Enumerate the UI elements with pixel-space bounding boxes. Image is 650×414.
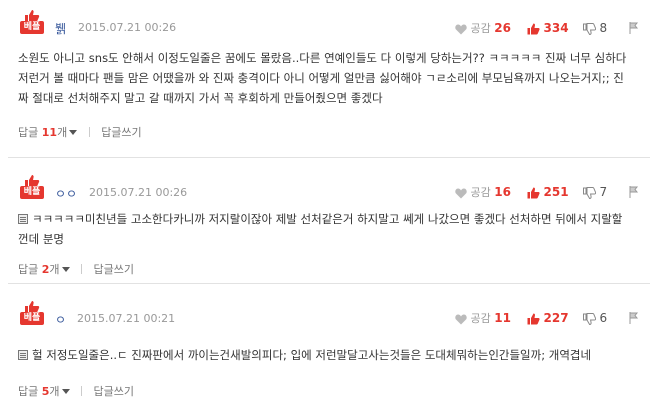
write-reply-link[interactable]: 답글쓰기 (101, 126, 141, 139)
dislike-button[interactable]: 6 (583, 310, 607, 326)
comment-text-content: ㅋㅋㅋㅋㅋ미친년들 고소한다카니까 저지랄이잖아 제발 선처같은거 하지말고 쎄… (18, 212, 623, 246)
like-button[interactable]: 251 (527, 184, 569, 200)
comment-author[interactable]: ㅇㅇ (55, 185, 77, 202)
reply-unit: 개 (49, 385, 60, 398)
flag-icon (629, 22, 639, 34)
memo-icon (18, 214, 28, 224)
comment-date: 2015.07.21 00:26 (89, 186, 188, 199)
like-button[interactable]: 334 (527, 20, 569, 36)
comment-text: 소원도 아니고 sns도 안해서 이정도일줄은 꿈에도 몰랐음..다른 연예인들… (18, 51, 627, 105)
comment-stats: 공감 11 227 6 (455, 310, 640, 326)
comment-footer: 답글 2개 답글쓰기 (18, 261, 134, 277)
comment-text: ㅋㅋㅋㅋㅋ미친년들 고소한다카니까 저지랄이잖아 제발 선처같은거 하지말고 쎄… (18, 209, 630, 249)
caret-down-icon (61, 267, 70, 272)
reply-count: 11 (41, 126, 58, 139)
reply-unit: 개 (57, 126, 68, 139)
gong-label: 공감 (470, 312, 491, 325)
best-badge-label: 베플 (20, 186, 44, 199)
reply-toggle[interactable]: 답글 2개 (18, 263, 70, 276)
comment-footer: 답글 11개 답글쓰기 (18, 124, 142, 140)
comment-date: 2015.07.21 00:26 (78, 21, 177, 34)
dislike-button[interactable]: 8 (583, 20, 607, 36)
caret-down-icon (69, 130, 78, 135)
thumbs-down-icon (583, 313, 596, 325)
comment-author[interactable]: ㅇ (55, 311, 66, 328)
comment-header: 베플 ㅇㅇ 2015.07.21 00:26 공감 16 251 7 (0, 175, 650, 209)
caret-down-icon (61, 389, 70, 394)
best-badge-label: 베플 (20, 312, 44, 325)
comment-item: 베플 ㅇ 2015.07.21 00:21 공감 11 227 6 헐 저정도일… (0, 283, 650, 414)
report-button[interactable] (629, 184, 639, 200)
like-button[interactable]: 227 (527, 310, 569, 326)
gong-count: 26 (494, 21, 511, 35)
divider (81, 264, 83, 274)
comment-text: 헐 저정도일줄은..ㄷ 진짜판에서 까이는건새발의피다; 입에 저런말달고사는것… (18, 345, 630, 365)
comment-date: 2015.07.21 00:21 (77, 312, 176, 325)
dislike-count: 7 (599, 185, 608, 199)
flag-icon (629, 312, 639, 324)
thumbs-down-icon (583, 23, 596, 35)
report-button[interactable] (629, 310, 639, 326)
comment-item: 베플 ㅇㅇ 2015.07.21 00:26 공감 16 251 7 ㅋㅋㅋㅋㅋ… (0, 157, 650, 282)
thumbs-up-icon (527, 187, 540, 199)
gong-label: 공감 (470, 22, 491, 35)
comment-stats: 공감 26 334 8 (455, 20, 640, 36)
best-badge-label: 베플 (20, 21, 44, 34)
gong-button[interactable]: 공감 11 (455, 310, 511, 326)
comment-text-content: 헐 저정도일줄은..ㄷ 진짜판에서 까이는건새발의피다; 입에 저런말달고사는것… (32, 348, 592, 362)
like-count: 251 (543, 185, 569, 199)
reply-toggle[interactable]: 답글 11개 (18, 126, 78, 139)
thumbs-down-icon (583, 187, 596, 199)
flag-icon (629, 186, 639, 198)
heart-icon (455, 24, 467, 34)
comment-item: 베플 뷁 2015.07.21 00:26 공감 26 334 8 소원도 아니… (0, 0, 650, 156)
divider (88, 127, 90, 137)
report-button[interactable] (629, 20, 639, 36)
reply-label: 답글 (18, 263, 42, 276)
memo-icon (18, 350, 28, 360)
gong-count: 16 (494, 185, 511, 199)
gong-count: 11 (494, 311, 511, 325)
reply-unit: 개 (49, 263, 60, 276)
gong-button[interactable]: 공감 26 (455, 20, 511, 36)
like-count: 227 (543, 311, 569, 325)
heart-icon (455, 314, 467, 324)
dislike-count: 8 (599, 21, 608, 35)
divider (81, 386, 83, 396)
write-reply-link[interactable]: 답글쓰기 (94, 263, 134, 276)
reply-toggle[interactable]: 답글 5개 (18, 385, 70, 398)
reply-label: 답글 (18, 126, 42, 139)
gong-button[interactable]: 공감 16 (455, 184, 511, 200)
reply-label: 답글 (18, 385, 42, 398)
dislike-count: 6 (599, 311, 608, 325)
thumbs-up-icon (527, 23, 540, 35)
dislike-button[interactable]: 7 (583, 184, 607, 200)
heart-icon (455, 188, 467, 198)
comment-footer: 답글 5개 답글쓰기 (18, 383, 134, 399)
comment-header: 베플 뷁 2015.07.21 00:26 공감 26 334 8 (0, 10, 650, 44)
comment-header: 베플 ㅇ 2015.07.21 00:21 공감 11 227 6 (0, 301, 650, 335)
write-reply-link[interactable]: 답글쓰기 (94, 385, 134, 398)
like-count: 334 (543, 21, 569, 35)
comment-author[interactable]: 뷁 (55, 20, 66, 37)
thumbs-up-icon (527, 313, 540, 325)
gong-label: 공감 (470, 186, 491, 199)
comment-stats: 공감 16 251 7 (455, 184, 640, 200)
